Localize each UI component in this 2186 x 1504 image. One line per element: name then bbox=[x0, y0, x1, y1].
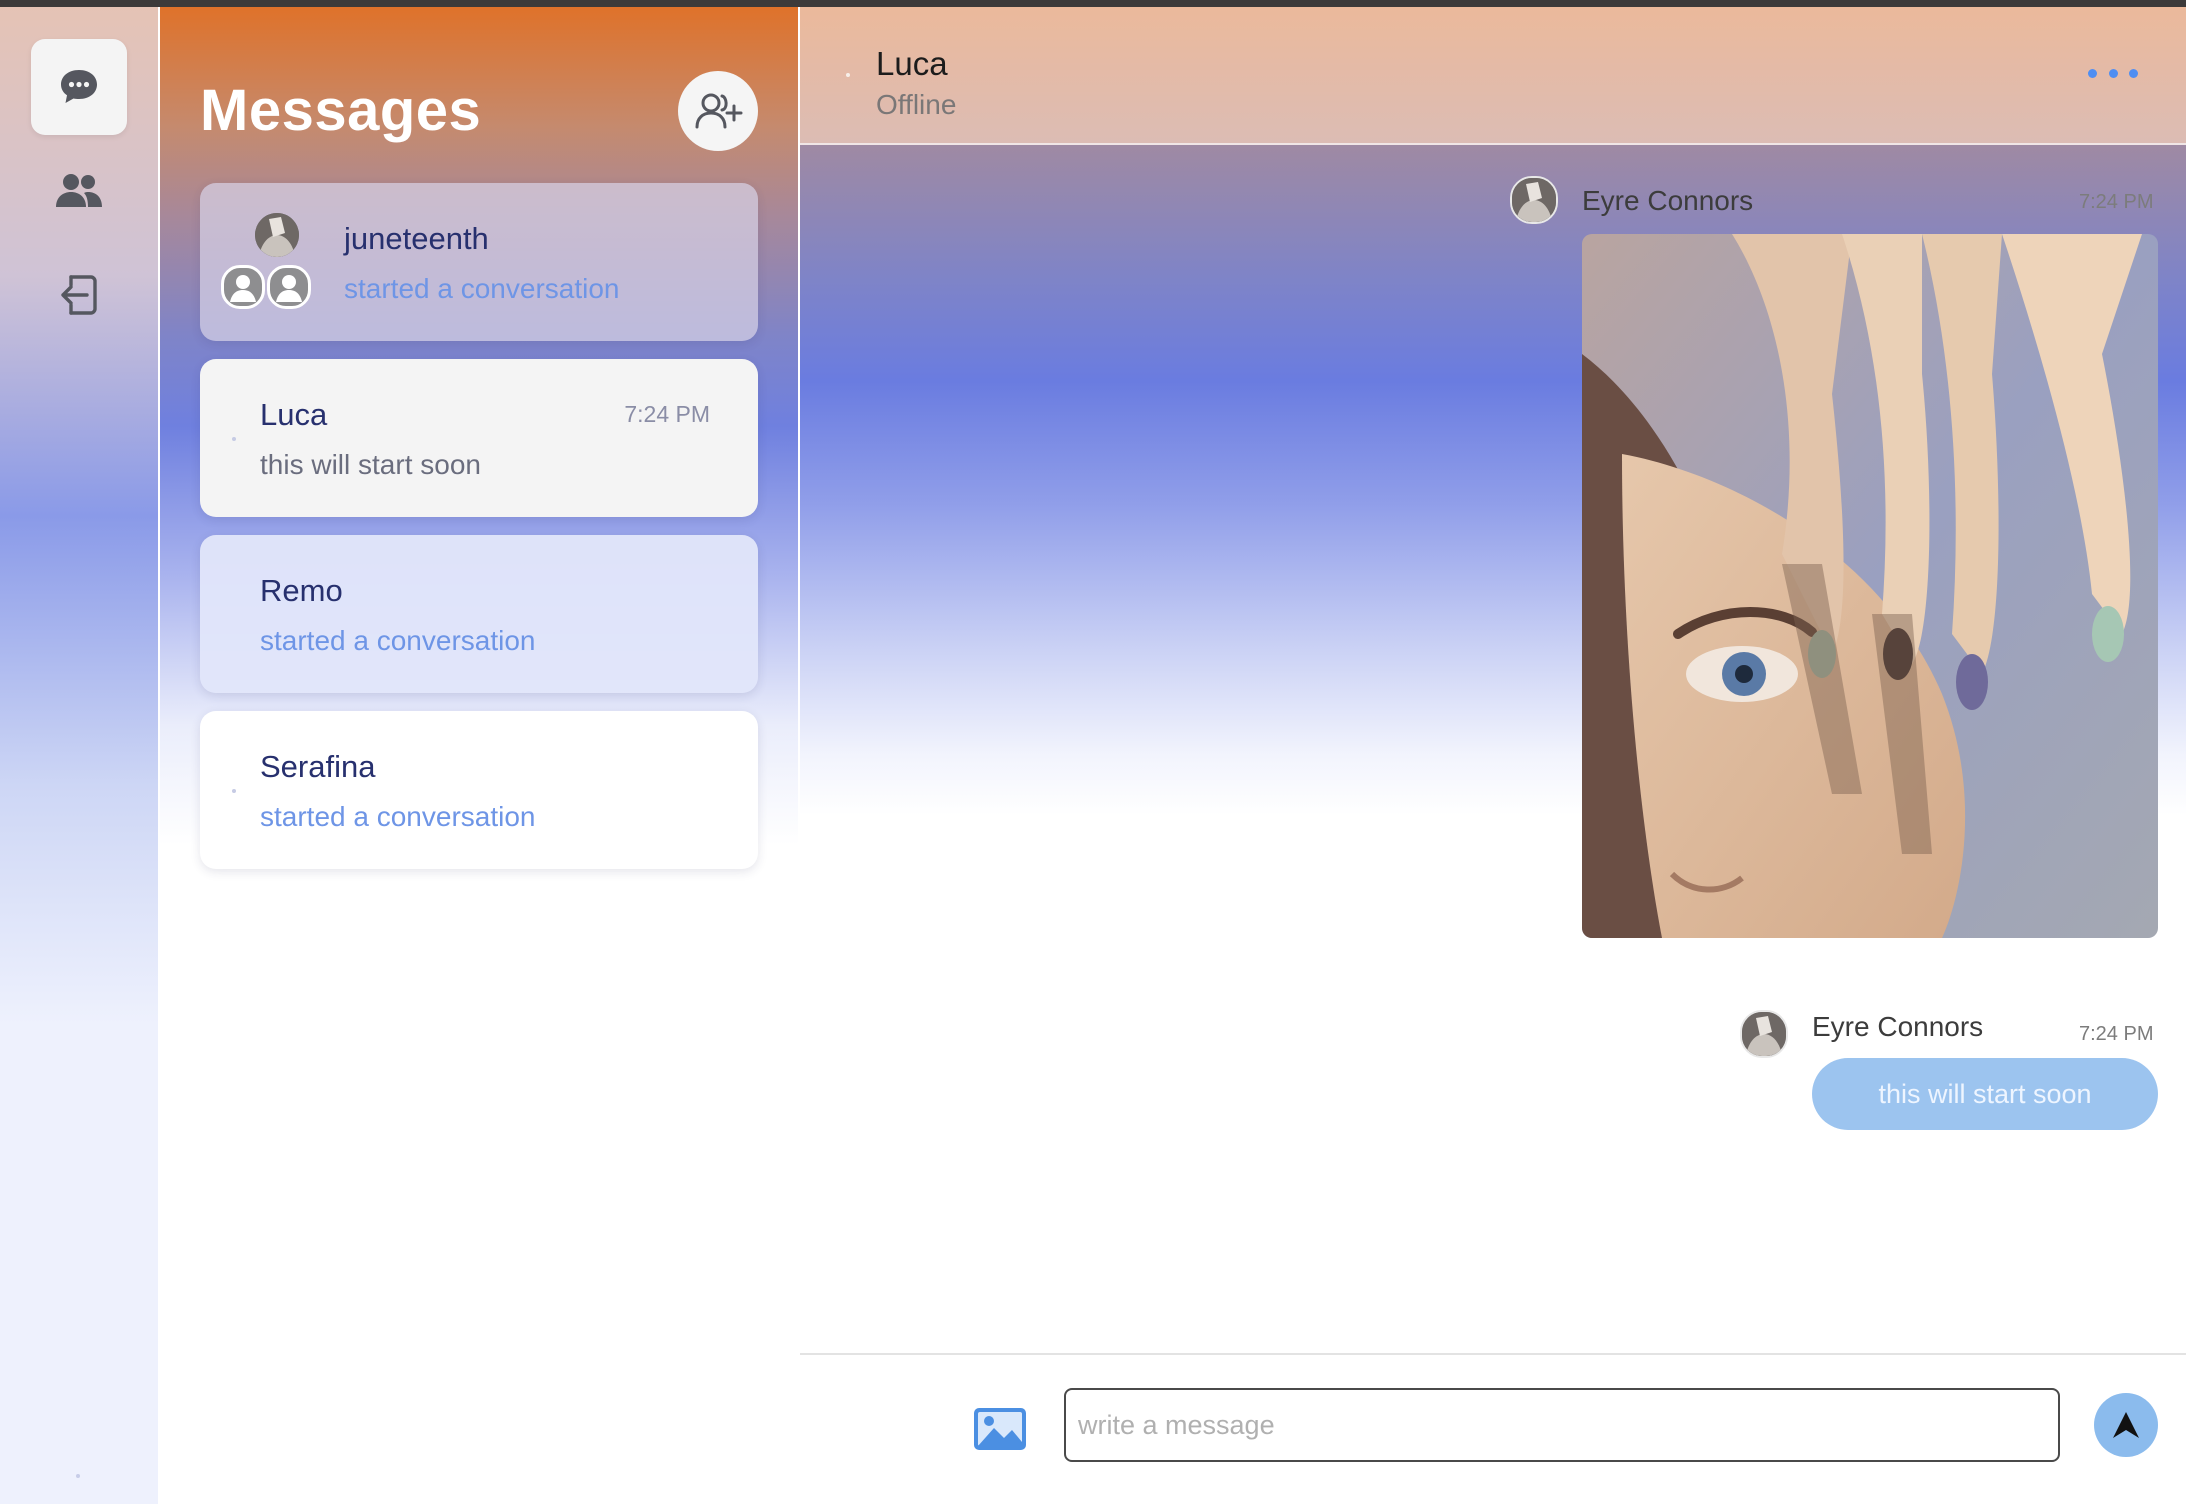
send-button[interactable] bbox=[2094, 1393, 2158, 1457]
panel-title: Messages bbox=[200, 78, 482, 143]
rail-indicator-dot bbox=[76, 1474, 80, 1478]
conversation-preview: started a conversation bbox=[260, 625, 536, 656]
chat-area: Luca Offline Eyre Connors 7:24 PM Eyre C… bbox=[800, 7, 2186, 1504]
users-icon bbox=[56, 174, 102, 207]
contacts-nav-button[interactable] bbox=[31, 143, 127, 239]
chat-contact-status: Offline bbox=[876, 89, 957, 120]
conversation-preview: started a conversation bbox=[260, 801, 536, 832]
chats-nav-button[interactable] bbox=[31, 39, 127, 135]
more-options-button[interactable] bbox=[2088, 61, 2138, 85]
composer-divider bbox=[800, 1353, 2186, 1355]
chat-header: Luca Offline bbox=[800, 7, 2186, 145]
logout-icon bbox=[61, 275, 97, 315]
member-avatar bbox=[221, 265, 265, 309]
more-dot bbox=[2108, 68, 2118, 78]
message-time: 7:24 PM bbox=[2079, 1023, 2154, 1045]
presence-dot bbox=[846, 73, 850, 77]
presence-dot bbox=[232, 437, 236, 441]
add-conversation-button[interactable] bbox=[678, 71, 758, 151]
conversation-name: Luca bbox=[260, 397, 328, 432]
message-time: 7:24 PM bbox=[2079, 191, 2154, 213]
conversation-name: Remo bbox=[260, 573, 343, 608]
presence-dot bbox=[232, 789, 236, 793]
message-sender: Eyre Connors bbox=[1582, 185, 1754, 216]
conversations-panel: Messages juneteenth started a conversati… bbox=[160, 7, 798, 1504]
conversation-time: 7:24 PM bbox=[624, 401, 710, 427]
add-user-icon bbox=[695, 93, 743, 129]
conversation-item-remo[interactable]: Remo started a conversation bbox=[200, 535, 758, 693]
send-arrow-icon bbox=[2113, 1412, 2139, 1438]
more-dot bbox=[2129, 68, 2138, 78]
window-top-bar bbox=[0, 0, 2186, 7]
conversation-preview: started a conversation bbox=[344, 273, 620, 304]
message-bubble: this will start soon bbox=[1812, 1058, 2158, 1130]
sender-avatar bbox=[1740, 1010, 1788, 1058]
conversation-item-juneteenth[interactable]: juneteenth started a conversation bbox=[200, 183, 758, 341]
photo-illustration bbox=[1582, 234, 2158, 938]
logout-nav-button[interactable] bbox=[31, 247, 127, 343]
chat-bubble-icon bbox=[61, 70, 97, 103]
conversation-item-serafina[interactable]: Serafina started a conversation bbox=[200, 711, 758, 869]
group-avatar bbox=[255, 213, 299, 257]
more-horizontal-icon bbox=[2088, 68, 2097, 78]
member-avatar bbox=[267, 265, 311, 309]
message-sender: Eyre Connors bbox=[1812, 1011, 1984, 1042]
conversation-item-luca[interactable]: Luca 7:24 PM this will start soon bbox=[200, 359, 758, 517]
conversation-name: Serafina bbox=[260, 749, 376, 784]
conversation-name: juneteenth bbox=[344, 221, 489, 256]
message-image[interactable] bbox=[1582, 234, 2158, 938]
conversation-preview: this will start soon bbox=[260, 449, 481, 480]
icon-sidebar bbox=[0, 7, 160, 1504]
message-input[interactable] bbox=[1064, 1388, 2060, 1462]
attach-image-button[interactable] bbox=[972, 1406, 1028, 1452]
image-icon bbox=[974, 1408, 1026, 1450]
chat-contact-name: Luca bbox=[876, 45, 948, 82]
sender-avatar bbox=[1510, 176, 1558, 224]
